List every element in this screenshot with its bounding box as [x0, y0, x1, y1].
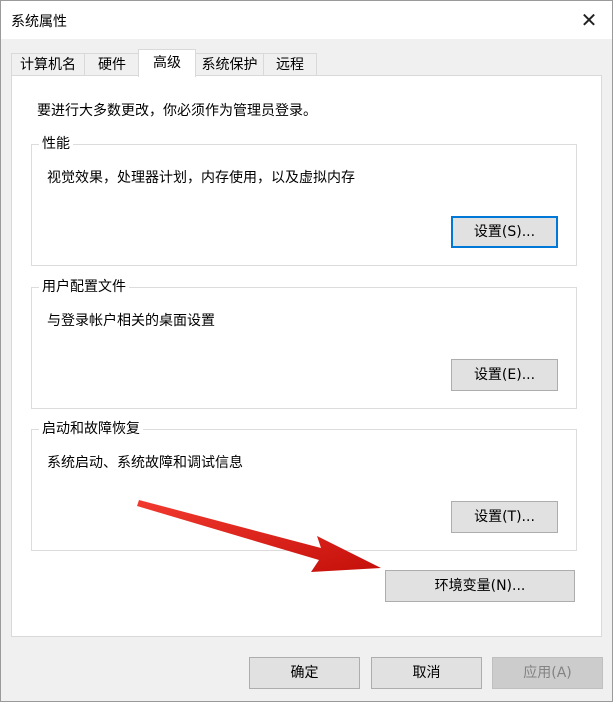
- performance-settings-button[interactable]: 设置(S)...: [451, 216, 558, 248]
- startup-recovery-description: 系统启动、系统故障和调试信息: [47, 455, 243, 471]
- apply-button: 应用(A): [492, 657, 603, 689]
- close-icon[interactable]: ✕: [566, 1, 612, 39]
- window-title: 系统属性: [11, 14, 67, 30]
- performance-group-title: 性能: [39, 134, 73, 154]
- performance-group: 性能 视觉效果，处理器计划，内存使用，以及虚拟内存 设置(S)...: [31, 134, 577, 266]
- startup-recovery-group: 启动和故障恢复 系统启动、系统故障和调试信息 设置(T)...: [31, 419, 577, 551]
- cancel-button[interactable]: 取消: [371, 657, 482, 689]
- tab-hardware[interactable]: 硬件: [84, 53, 140, 76]
- environment-variables-button[interactable]: 环境变量(N)...: [385, 570, 575, 602]
- startup-recovery-group-title: 启动和故障恢复: [39, 419, 143, 439]
- advanced-tab-pane: 要进行大多数更改，你必须作为管理员登录。 性能 视觉效果，处理器计划，内存使用，…: [11, 75, 602, 637]
- tab-remote[interactable]: 远程: [263, 53, 317, 76]
- ok-button[interactable]: 确定: [249, 657, 360, 689]
- tab-advanced[interactable]: 高级: [138, 49, 196, 77]
- startup-recovery-settings-button[interactable]: 设置(T)...: [451, 501, 558, 533]
- user-profiles-description: 与登录帐户相关的桌面设置: [47, 313, 215, 329]
- tab-computer-name[interactable]: 计算机名: [11, 53, 85, 76]
- system-properties-window: 系统属性 ✕ 计算机名 硬件 高级 系统保护 远程 要进行大多数更改，你必须作为…: [0, 0, 613, 702]
- user-profiles-group: 用户配置文件 与登录帐户相关的桌面设置 设置(E)...: [31, 277, 577, 409]
- tab-system-protection[interactable]: 系统保护: [195, 53, 264, 76]
- admin-note: 要进行大多数更改，你必须作为管理员登录。: [37, 103, 317, 119]
- user-profiles-group-title: 用户配置文件: [39, 277, 129, 297]
- performance-description: 视觉效果，处理器计划，内存使用，以及虚拟内存: [47, 170, 355, 186]
- user-profiles-settings-button[interactable]: 设置(E)...: [451, 359, 558, 391]
- title-bar[interactable]: 系统属性 ✕: [1, 1, 612, 39]
